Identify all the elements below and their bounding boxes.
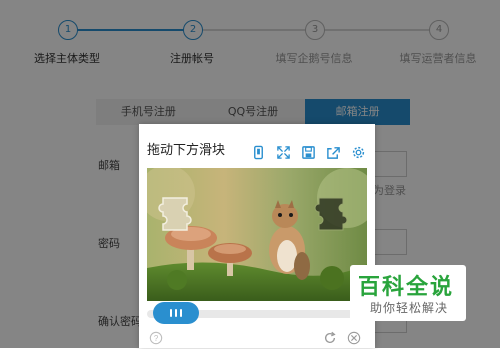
refresh-icon[interactable] xyxy=(323,330,337,344)
captcha-dialog: 拖动下方滑块 ? xyxy=(139,124,375,348)
save-icon[interactable] xyxy=(300,144,317,161)
captcha-title: 拖动下方滑块 xyxy=(147,143,226,158)
captcha-toolbar xyxy=(250,144,367,161)
close-icon[interactable] xyxy=(347,330,361,345)
watermark-subtitle: 助你轻松解决 xyxy=(370,301,449,315)
captcha-puzzle-image xyxy=(147,168,367,301)
mobile-icon[interactable] xyxy=(250,144,267,161)
watermark-title: 百科全说 xyxy=(358,275,455,300)
svg-text:?: ? xyxy=(154,334,159,343)
help-icon[interactable]: ? xyxy=(149,330,163,345)
slider-handle[interactable] xyxy=(153,302,199,324)
fullscreen-icon[interactable] xyxy=(275,144,292,161)
settings-icon[interactable] xyxy=(350,144,367,161)
share-icon[interactable] xyxy=(325,144,342,161)
watermark-logo: 百科全说 助你轻松解决 xyxy=(350,265,466,321)
